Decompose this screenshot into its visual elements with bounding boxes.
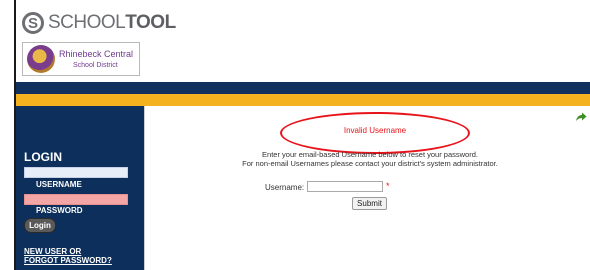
instructions: Enter your email-based Username below to… bbox=[210, 150, 530, 168]
logo-wordmark: SCHOOLTOOL bbox=[48, 12, 176, 33]
reset-username-label: Username: bbox=[265, 183, 305, 192]
username-label: USERNAME bbox=[36, 180, 82, 189]
district-badge: Rhinebeck Central School District bbox=[22, 42, 140, 76]
header-navy-band bbox=[16, 82, 590, 94]
login-button[interactable]: Login bbox=[24, 218, 56, 233]
login-heading: LOGIN bbox=[24, 150, 62, 164]
mascot-icon bbox=[27, 45, 55, 73]
header-gold-band bbox=[16, 94, 590, 106]
district-subtitle: School District bbox=[73, 62, 118, 69]
logo-s-icon: S bbox=[22, 12, 44, 34]
forgot-line-1: NEW USER OR bbox=[24, 247, 82, 256]
sidebar-username-input[interactable] bbox=[24, 167, 128, 178]
error-message: Invalid Username bbox=[343, 126, 407, 135]
required-marker: * bbox=[386, 181, 390, 191]
district-name: Rhinebeck Central bbox=[59, 49, 134, 59]
return-arrow-icon[interactable] bbox=[575, 112, 587, 122]
reset-username-input[interactable] bbox=[307, 181, 383, 192]
sidebar-divider bbox=[144, 106, 145, 270]
forgot-line-2: FORGOT PASSWORD? bbox=[24, 256, 112, 265]
instruction-line-2: For non-email Usernames please contact y… bbox=[242, 159, 498, 168]
instruction-line-1: Enter your email-based Username below to… bbox=[262, 150, 478, 159]
submit-button[interactable]: Submit bbox=[352, 197, 387, 210]
sidebar-password-input[interactable] bbox=[24, 194, 128, 205]
password-label: PASSWORD bbox=[36, 206, 83, 215]
forgot-password-link[interactable]: NEW USER OR FORGOT PASSWORD? bbox=[24, 247, 112, 265]
schooltool-logo: S SCHOOLTOOL bbox=[22, 8, 176, 38]
